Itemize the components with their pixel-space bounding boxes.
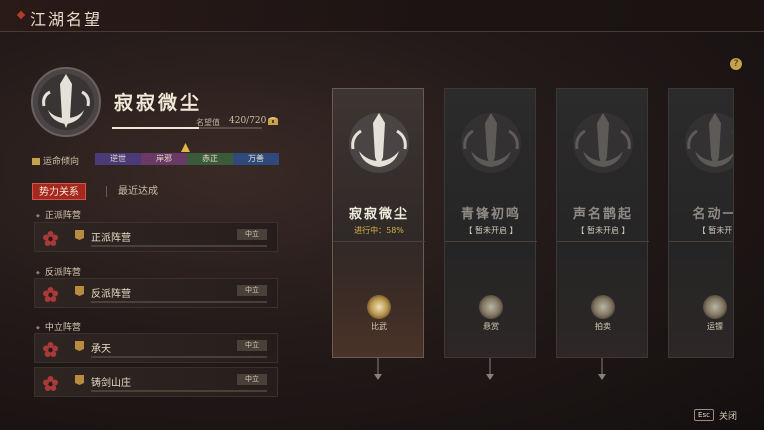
banner-name: 名动一 xyxy=(692,207,734,222)
faction-status-badge: 中立 xyxy=(237,229,267,240)
banner-divider xyxy=(557,241,649,242)
banner-emblem-icon xyxy=(573,113,633,173)
tab-divider xyxy=(106,186,107,197)
faction-badge-icon xyxy=(75,286,84,296)
faction-badge-icon xyxy=(75,230,84,240)
help-icon[interactable]: ? xyxy=(730,58,742,70)
banner-divider xyxy=(445,241,537,242)
faction-name: 承天 xyxy=(91,344,111,355)
treasure-chest-icon[interactable] xyxy=(267,115,279,126)
banner-status: 【 暂未开启 】 xyxy=(464,226,518,235)
faction-row[interactable]: 正派阵营 中立 xyxy=(34,222,278,252)
faction-name: 反派阵营 xyxy=(91,289,131,300)
banner-name: 青锋初鸣 xyxy=(460,207,521,222)
esc-key-icon[interactable]: Esc xyxy=(694,409,714,421)
title-deco-icon xyxy=(16,10,26,20)
banner-activity-label: 比武 xyxy=(371,322,387,331)
activity-icon xyxy=(479,295,503,319)
faction-status-badge: 中立 xyxy=(237,340,267,351)
faction-name: 铸剑山庄 xyxy=(91,378,131,389)
banner-emblem-icon xyxy=(685,113,733,173)
reputation-banner[interactable]: 青锋初鸣 【 暂未开启 】 悬赏 xyxy=(444,88,537,358)
banner-name: 寂寂微尘 xyxy=(348,207,409,222)
fate-label: 运命倾向 xyxy=(32,154,79,167)
flower-icon xyxy=(43,287,58,302)
group-label-righteous: 正派阵营 xyxy=(36,208,81,221)
faction-status-badge: 中立 xyxy=(237,285,267,296)
player-name: 寂寂微尘 xyxy=(114,92,203,114)
page-title: 江湖名望 xyxy=(30,10,103,29)
reputation-bar-fill xyxy=(112,127,200,129)
banner-status: 【 暂未开 xyxy=(697,226,733,235)
reputation-emblem-icon xyxy=(31,67,101,137)
banner-emblem-icon xyxy=(349,113,409,173)
faction-status-badge: 中立 xyxy=(237,374,267,385)
reputation-banner[interactable]: 寂寂微尘 进行中：58% 比武 xyxy=(332,88,425,358)
banner-tassel-icon xyxy=(598,358,606,380)
faction-row[interactable]: 反派阵营 中立 xyxy=(34,278,278,308)
activity-icon xyxy=(703,295,727,319)
reputation-banner[interactable]: 声名鹊起 【 暂未开启 】 拍卖 xyxy=(556,88,649,358)
fate-segment-4: 万善 xyxy=(233,153,279,165)
banner-activity-label: 运镖 xyxy=(707,322,723,331)
banner-divider xyxy=(333,241,425,242)
faction-name: 正派阵营 xyxy=(91,233,131,244)
reputation-bar xyxy=(112,127,262,129)
faction-row[interactable]: 承天 中立 xyxy=(34,333,278,363)
fate-segment-2: 岸邪 xyxy=(141,153,187,165)
group-label-neutral: 中立阵营 xyxy=(36,320,81,333)
banner-status: 【 暂未开启 】 xyxy=(576,226,630,235)
banner-tassel-icon xyxy=(374,358,382,380)
banner-status: 进行中：58% xyxy=(354,226,404,235)
banner-activity-label: 悬赏 xyxy=(483,322,499,331)
faction-row[interactable]: 铸剑山庄 中立 xyxy=(34,367,278,397)
activity-icon xyxy=(591,295,615,319)
fate-icon xyxy=(32,158,40,165)
fate-segment-1: 逆世 xyxy=(95,153,141,165)
faction-bar xyxy=(91,390,267,392)
faction-badge-icon xyxy=(75,375,84,385)
tab-recent-achievements[interactable]: 最近达成 xyxy=(112,183,164,200)
group-label-villain: 反派阵营 xyxy=(36,265,81,278)
faction-bar xyxy=(91,356,267,358)
flower-icon xyxy=(43,376,58,391)
title-bar: 江湖名望 xyxy=(0,0,764,32)
flower-icon xyxy=(43,231,58,246)
fate-marker-icon xyxy=(181,143,190,152)
banner-activity-label: 拍卖 xyxy=(595,322,611,331)
faction-bar xyxy=(91,245,267,247)
faction-bar xyxy=(91,301,267,303)
reputation-banner[interactable]: 名动一 【 暂未开 运镖 xyxy=(668,88,734,358)
banner-emblem-icon xyxy=(461,113,521,173)
close-button[interactable]: 关闭 xyxy=(719,409,737,422)
reputation-value: 420/720 xyxy=(229,116,267,126)
banner-tassel-icon xyxy=(486,358,494,380)
tab-faction-relations[interactable]: 势力关系 xyxy=(32,183,86,200)
banner-name: 声名鹊起 xyxy=(572,207,633,222)
banner-divider xyxy=(669,241,733,242)
flower-icon xyxy=(43,342,58,357)
activity-icon xyxy=(367,295,391,319)
fate-segment-3: 赤正 xyxy=(187,153,233,165)
faction-badge-icon xyxy=(75,341,84,351)
